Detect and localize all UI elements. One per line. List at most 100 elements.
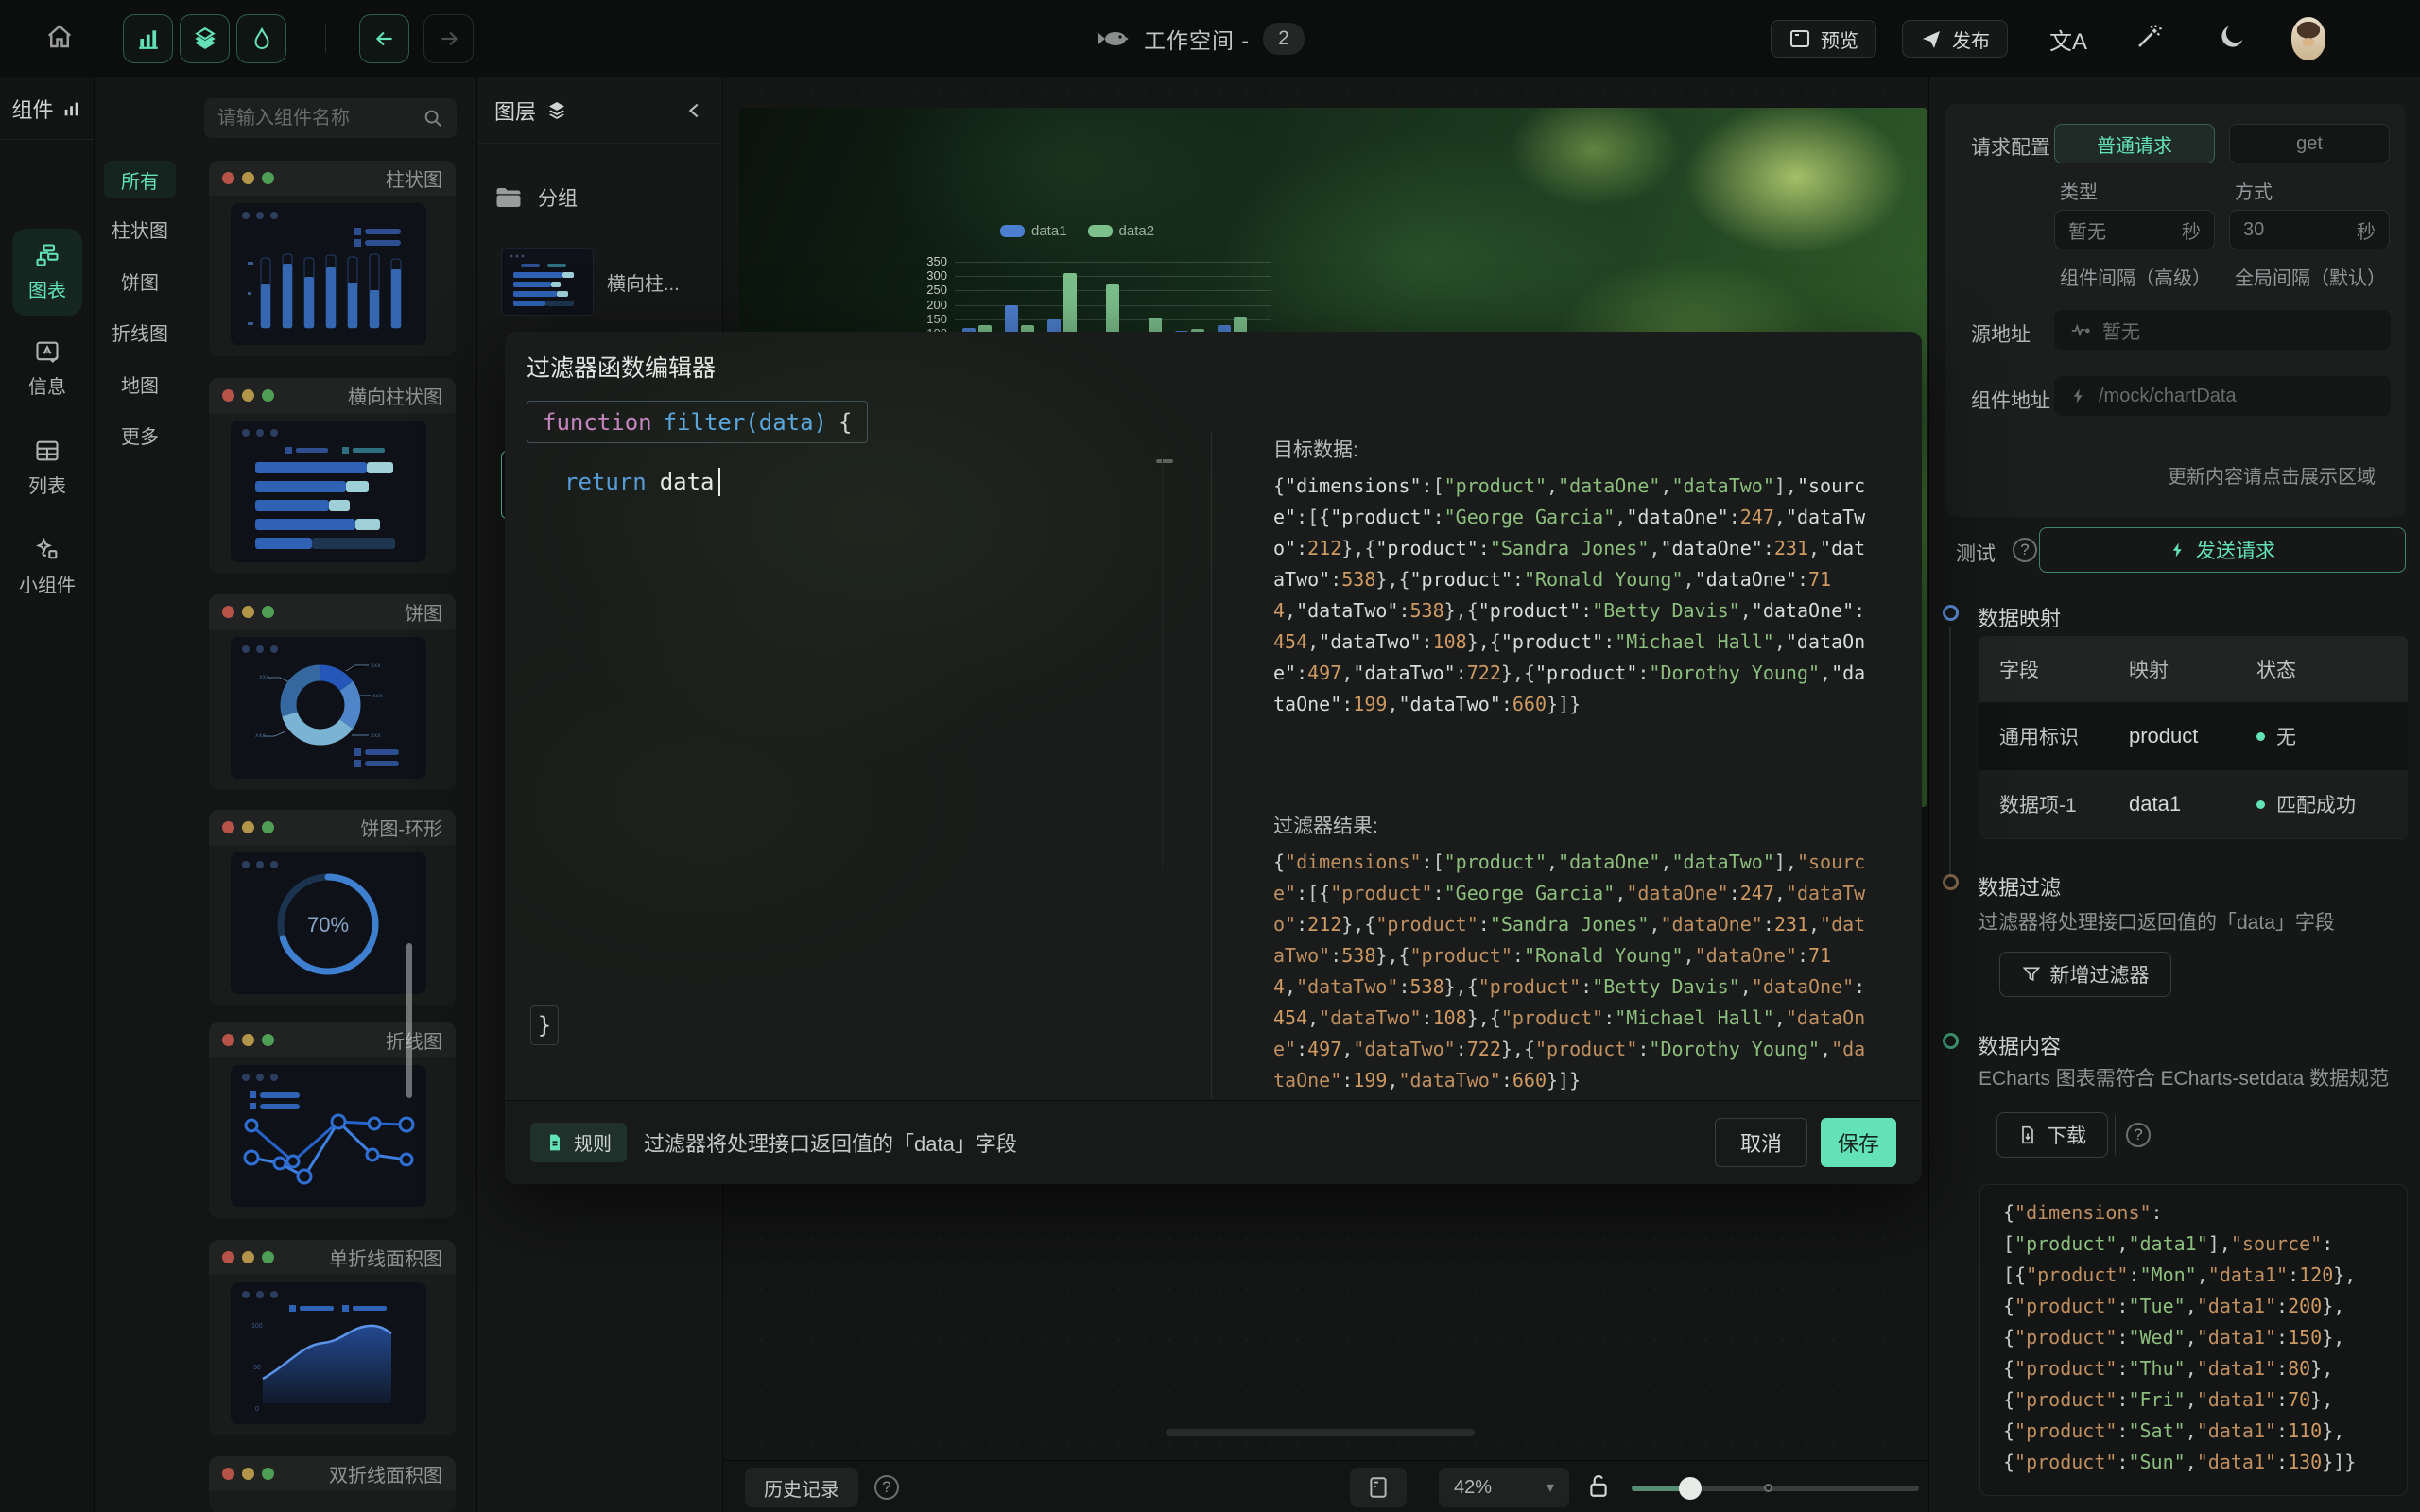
filter-editor-modal: 过滤器函数编辑器 function filter(data) { return … — [505, 332, 1922, 1184]
send-request-button[interactable]: 发送请求 — [2039, 527, 2406, 573]
sidebar-item-info[interactable]: 信息 — [12, 325, 82, 412]
layout-toggle-button[interactable] — [1350, 1468, 1407, 1507]
redo-button[interactable] — [424, 14, 474, 63]
workspace-label: 工作空间 - — [1144, 23, 1250, 55]
layer-item-label: 横向柱... — [607, 268, 680, 296]
traffic-dots — [222, 1251, 274, 1263]
layer-item-hbar[interactable]: 横向柱... — [501, 248, 704, 316]
tab-line[interactable]: 折线图 — [104, 313, 176, 351]
preview-button[interactable]: 预览 — [1771, 20, 1876, 58]
component-interval-input[interactable]: 暂无秒 — [2054, 210, 2215, 249]
closing-brace: } — [530, 1005, 559, 1045]
save-button[interactable]: 保存 — [1821, 1118, 1896, 1167]
data-content-json[interactable]: {"dimensions": ["product","data1"],"sour… — [1979, 1184, 2408, 1496]
type-label: 类型 — [2060, 177, 2098, 204]
request-type-chip[interactable]: 普通请求 — [2054, 124, 2215, 163]
component-sidebar: 组件 图表 信息 列表 小组件 — [0, 77, 95, 1512]
home-icon[interactable] — [45, 23, 74, 51]
global-interval-input[interactable]: 30秒 — [2229, 210, 2390, 249]
table-header: 字段 映射 状态 — [1979, 636, 2408, 702]
history-button[interactable]: 历史记录 — [745, 1468, 858, 1507]
method-label: 方式 — [2235, 177, 2273, 204]
component-search[interactable] — [204, 98, 457, 138]
modal-title: 过滤器函数编辑器 — [527, 350, 716, 384]
bar — [1005, 305, 1018, 334]
add-filter-button[interactable]: 新增过滤器 — [1999, 952, 2171, 997]
sidebar-item-list[interactable]: 列表 — [12, 424, 82, 511]
zoom-select[interactable]: 42%▾ — [1439, 1468, 1569, 1507]
component-card-ring[interactable]: 饼图-环形 70% — [209, 810, 456, 1005]
canvas-bar-chart[interactable]: data1data2 350300250200150100 — [917, 227, 1281, 342]
translate-icon[interactable]: 文A — [2049, 23, 2087, 56]
filter-section-label: 数据过滤 — [1978, 871, 2061, 902]
help-icon[interactable]: ? — [874, 1475, 899, 1500]
component-card-bar[interactable]: 柱状图 — [209, 161, 456, 356]
sidebar-item-widgets[interactable]: 小组件 — [12, 524, 82, 610]
preview-icon — [1789, 27, 1811, 50]
request-config-label: 请求配置 — [1971, 132, 2050, 161]
request-method-chip[interactable]: get — [2229, 124, 2390, 163]
layers-icon — [545, 99, 568, 122]
lightning-icon — [2070, 386, 2087, 406]
tab-more[interactable]: 更多 — [104, 416, 176, 454]
traffic-dots — [222, 606, 274, 618]
sidebar-item-charts[interactable]: 图表 — [12, 229, 82, 316]
code-editor[interactable]: return data — [564, 468, 720, 496]
svg-text:xxx: xxx — [255, 732, 266, 739]
component-card-area[interactable]: 单折线面积图 100500 — [209, 1240, 456, 1435]
workspace-title: 工作空间 - 2 — [1097, 0, 1305, 77]
chart-panel-toggle-button[interactable] — [123, 14, 173, 63]
panel-layout-icon — [1368, 1475, 1389, 1500]
component-card-hbar[interactable]: 横向柱状图 — [209, 378, 456, 574]
traffic-dots — [222, 1034, 274, 1046]
scrollbar[interactable] — [1156, 459, 1173, 463]
bar — [1106, 284, 1119, 334]
source-address-input[interactable]: 暂无 — [2054, 310, 2391, 350]
publish-button[interactable]: 发布 — [1902, 20, 2008, 58]
download-button[interactable]: 下载 — [1996, 1112, 2108, 1158]
component-address-input[interactable]: /mock/chartData — [2054, 376, 2391, 416]
slider-thumb[interactable] — [1679, 1477, 1702, 1500]
component-card-pie[interactable]: 饼图 xxxxxxxxxxxxxxx — [209, 594, 456, 790]
unlock-icon[interactable] — [1586, 1472, 1611, 1501]
tab-bar[interactable]: 柱状图 — [104, 210, 176, 248]
collapse-panel-icon[interactable] — [684, 100, 705, 121]
table-row: 通用标识 product 无 — [1979, 702, 2408, 770]
pie-chart-thumbnail: xxxxxxxxxxxxxxx — [231, 637, 426, 779]
area-chart-thumbnail: 100500 — [231, 1282, 426, 1424]
zoom-slider[interactable] — [1632, 1486, 1919, 1491]
traffic-dots — [222, 172, 274, 184]
table-icon — [34, 438, 60, 464]
charts-icon — [34, 242, 60, 268]
help-icon[interactable]: ? — [2013, 538, 2037, 562]
component-card-dual-area[interactable]: 双折线面积图 — [209, 1456, 456, 1512]
details-panel-toggle-button[interactable] — [236, 14, 286, 63]
lightning-icon — [2169, 540, 2187, 560]
theme-moon-icon[interactable] — [2218, 23, 2246, 51]
tab-all[interactable]: 所有 — [104, 161, 176, 198]
horizontal-scrollbar[interactable] — [1166, 1429, 1475, 1436]
tab-map[interactable]: 地图 — [104, 365, 176, 403]
avatar[interactable] — [2291, 17, 2325, 60]
send-icon — [1920, 27, 1943, 50]
svg-text:50: 50 — [253, 1365, 261, 1371]
scrollbar[interactable] — [406, 943, 412, 1098]
undo-button[interactable] — [359, 14, 409, 63]
bar — [1063, 273, 1077, 334]
component-card-line[interactable]: 折线图 — [209, 1022, 456, 1218]
tab-pie[interactable]: 饼图 — [104, 262, 176, 300]
magic-wand-icon[interactable] — [2135, 23, 2163, 51]
svg-text:0: 0 — [255, 1406, 259, 1413]
status-dot — [2256, 800, 2265, 809]
traffic-dots — [222, 389, 274, 402]
bar-chart-icon — [61, 98, 82, 119]
layers-title: 图层 — [494, 95, 536, 126]
target-data-json: {"dimensions":["product","dataOne","data… — [1273, 471, 1873, 728]
search-input[interactable] — [217, 108, 423, 129]
help-icon[interactable]: ? — [2126, 1123, 2151, 1147]
top-bar: 工作空间 - 2 预览 发布 文A — [0, 0, 2420, 77]
layer-group-row[interactable]: 分组 — [494, 183, 578, 212]
cancel-button[interactable]: 取消 — [1715, 1118, 1807, 1167]
download-file-icon — [2018, 1125, 2037, 1145]
layers-panel-toggle-button[interactable] — [180, 14, 230, 63]
